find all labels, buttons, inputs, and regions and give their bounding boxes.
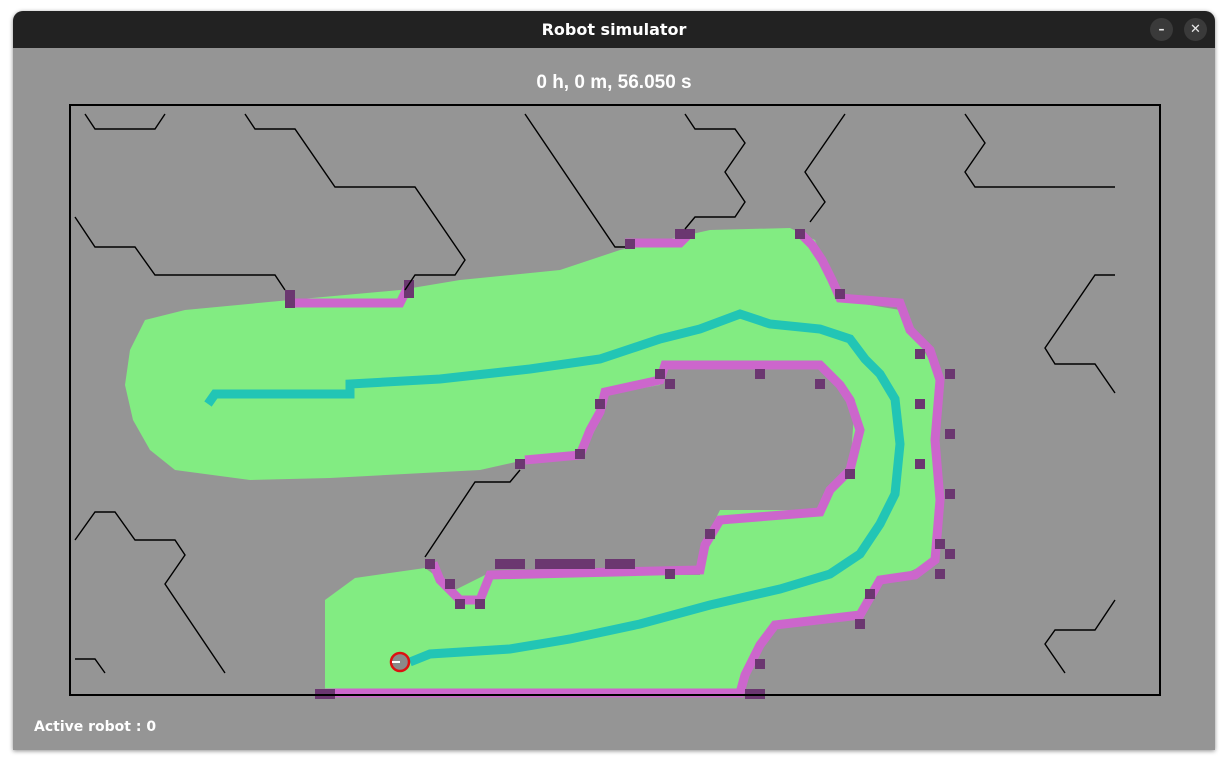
active-robot-status: Active robot : 0: [34, 719, 157, 735]
robot-icon[interactable]: [389, 651, 411, 673]
simulation-timer: 0 h, 0 m, 56.050 s: [536, 72, 692, 93]
simulator-window: Robot simulator – ✕ 0 h, 0 m, 56.050 s A…: [13, 11, 1215, 750]
simulation-canvas[interactable]: [13, 11, 1215, 750]
